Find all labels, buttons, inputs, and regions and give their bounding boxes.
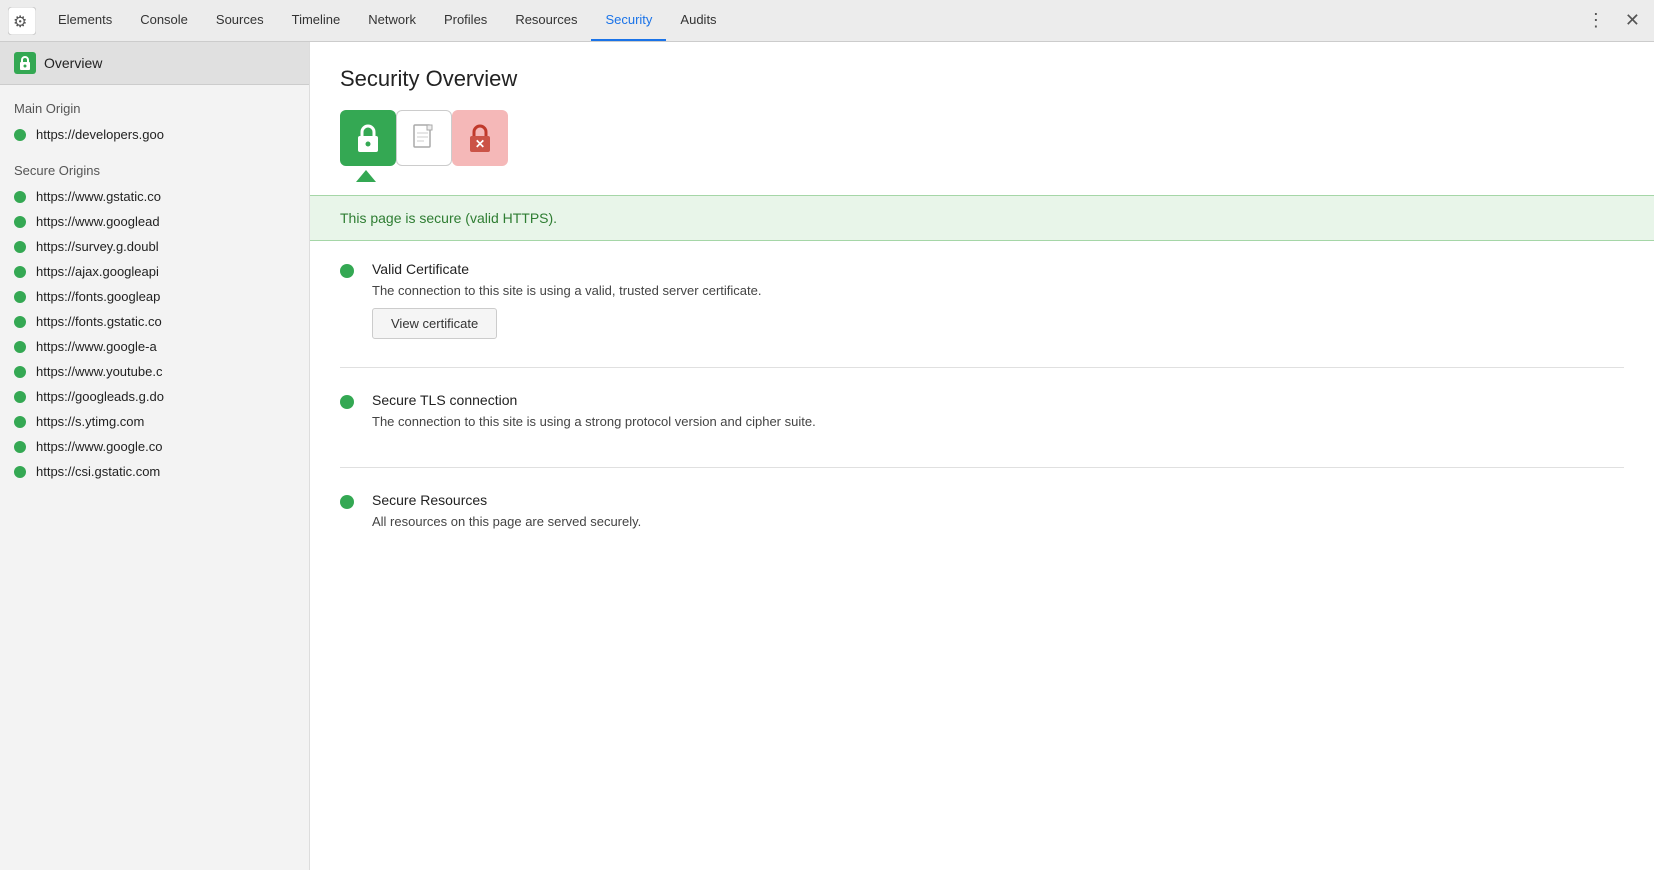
tls-body: Secure TLS connection The connection to … <box>372 392 1624 439</box>
toolbar: ⚙ Elements Console Sources Timeline Netw… <box>0 0 1654 42</box>
main-origin-label: Main Origin <box>0 85 309 122</box>
diagram-arrow <box>356 170 376 185</box>
list-item[interactable]: https://s.ytimg.com <box>0 409 309 434</box>
tls-indicator <box>340 395 354 409</box>
tab-console[interactable]: Console <box>126 0 202 41</box>
page-icon <box>396 110 452 166</box>
main-origin-url: https://developers.goo <box>36 127 164 142</box>
divider <box>340 367 1624 368</box>
secure-origin-url: https://fonts.googleap <box>36 289 160 304</box>
sidebar-item-main-origin[interactable]: https://developers.goo <box>0 122 309 147</box>
tab-elements[interactable]: Elements <box>44 0 126 41</box>
secure-origins-label: Secure Origins <box>0 147 309 184</box>
security-item-tls: Secure TLS connection The connection to … <box>340 392 1624 439</box>
green-dot-icon <box>14 129 26 141</box>
list-item[interactable]: https://googleads.g.do <box>0 384 309 409</box>
svg-text:⚙: ⚙ <box>13 14 27 31</box>
tab-resources[interactable]: Resources <box>501 0 591 41</box>
green-dot-icon <box>14 316 26 328</box>
overview-lock-icon <box>14 52 36 74</box>
secure-origin-url: https://s.ytimg.com <box>36 414 144 429</box>
security-item-certificate: Valid Certificate The connection to this… <box>340 261 1624 339</box>
green-dot-icon <box>14 391 26 403</box>
security-status-text: This page is secure (valid HTTPS). <box>340 210 557 226</box>
list-item[interactable]: https://www.youtube.c <box>0 359 309 384</box>
list-item[interactable]: https://csi.gstatic.com <box>0 459 309 484</box>
secure-connection-icon <box>340 110 396 166</box>
list-item[interactable]: https://fonts.gstatic.co <box>0 309 309 334</box>
security-details: Valid Certificate The connection to this… <box>310 241 1654 587</box>
security-item-resources: Secure Resources All resources on this p… <box>340 492 1624 539</box>
certificate-body: Valid Certificate The connection to this… <box>372 261 1624 339</box>
certificate-description: The connection to this site is using a v… <box>372 283 1624 298</box>
green-dot-icon <box>14 416 26 428</box>
secure-origin-url: https://www.google-a <box>36 339 157 354</box>
secure-origin-url: https://www.google.co <box>36 439 162 454</box>
green-dot-icon <box>14 466 26 478</box>
tab-audits[interactable]: Audits <box>666 0 730 41</box>
security-diagram: ✕ <box>340 110 508 166</box>
list-item[interactable]: https://survey.g.doubl <box>0 234 309 259</box>
green-dot-icon <box>14 241 26 253</box>
sidebar-item-overview[interactable]: Overview <box>0 42 309 85</box>
green-dot-icon <box>14 191 26 203</box>
green-dot-icon <box>14 441 26 453</box>
tls-title: Secure TLS connection <box>372 392 1624 408</box>
green-dot-icon <box>14 291 26 303</box>
security-content: Security Overview <box>310 42 1654 870</box>
more-options-button[interactable]: ⋮ <box>1581 6 1611 35</box>
list-item[interactable]: https://www.googlead <box>0 209 309 234</box>
devtools-logo: ⚙ <box>8 7 36 35</box>
certificate-title: Valid Certificate <box>372 261 1624 277</box>
tab-sources[interactable]: Sources <box>202 0 278 41</box>
tab-network[interactable]: Network <box>354 0 430 41</box>
toolbar-actions: ⋮ ✕ <box>1581 6 1646 35</box>
resources-title: Secure Resources <box>372 492 1624 508</box>
divider <box>340 467 1624 468</box>
green-dot-icon <box>14 341 26 353</box>
list-item[interactable]: https://fonts.googleap <box>0 284 309 309</box>
close-button[interactable]: ✕ <box>1619 6 1646 35</box>
svg-text:✕: ✕ <box>475 137 485 151</box>
secure-origin-url: https://www.gstatic.co <box>36 189 161 204</box>
page-title: Security Overview <box>310 42 1654 110</box>
view-certificate-button[interactable]: View certificate <box>372 308 497 339</box>
secure-origin-url: https://www.youtube.c <box>36 364 162 379</box>
list-item[interactable]: https://www.gstatic.co <box>0 184 309 209</box>
resources-body: Secure Resources All resources on this p… <box>372 492 1624 539</box>
list-item[interactable]: https://www.google-a <box>0 334 309 359</box>
secure-origin-url: https://googleads.g.do <box>36 389 164 404</box>
tls-description: The connection to this site is using a s… <box>372 414 1624 429</box>
resources-indicator <box>340 495 354 509</box>
valid-cert-indicator <box>340 264 354 278</box>
list-item[interactable]: https://ajax.googleapi <box>0 259 309 284</box>
secure-origin-url: https://survey.g.doubl <box>36 239 159 254</box>
green-dot-icon <box>14 266 26 278</box>
sidebar: Overview Main Origin https://developers.… <box>0 42 310 870</box>
secure-origin-url: https://www.googlead <box>36 214 160 229</box>
overview-label: Overview <box>44 55 102 71</box>
tab-timeline[interactable]: Timeline <box>278 0 355 41</box>
tab-bar: Elements Console Sources Timeline Networ… <box>44 0 1581 41</box>
list-item[interactable]: https://www.google.co <box>0 434 309 459</box>
resources-description: All resources on this page are served se… <box>372 514 1624 529</box>
green-dot-icon <box>14 216 26 228</box>
main-layout: Overview Main Origin https://developers.… <box>0 42 1654 870</box>
tab-security[interactable]: Security <box>591 0 666 41</box>
insecure-subresource-icon: ✕ <box>452 110 508 166</box>
secure-origin-url: https://ajax.googleapi <box>36 264 159 279</box>
security-status-banner: This page is secure (valid HTTPS). <box>310 195 1654 241</box>
green-dot-icon <box>14 366 26 378</box>
secure-origin-url: https://csi.gstatic.com <box>36 464 160 479</box>
secure-origin-url: https://fonts.gstatic.co <box>36 314 162 329</box>
tab-profiles[interactable]: Profiles <box>430 0 501 41</box>
